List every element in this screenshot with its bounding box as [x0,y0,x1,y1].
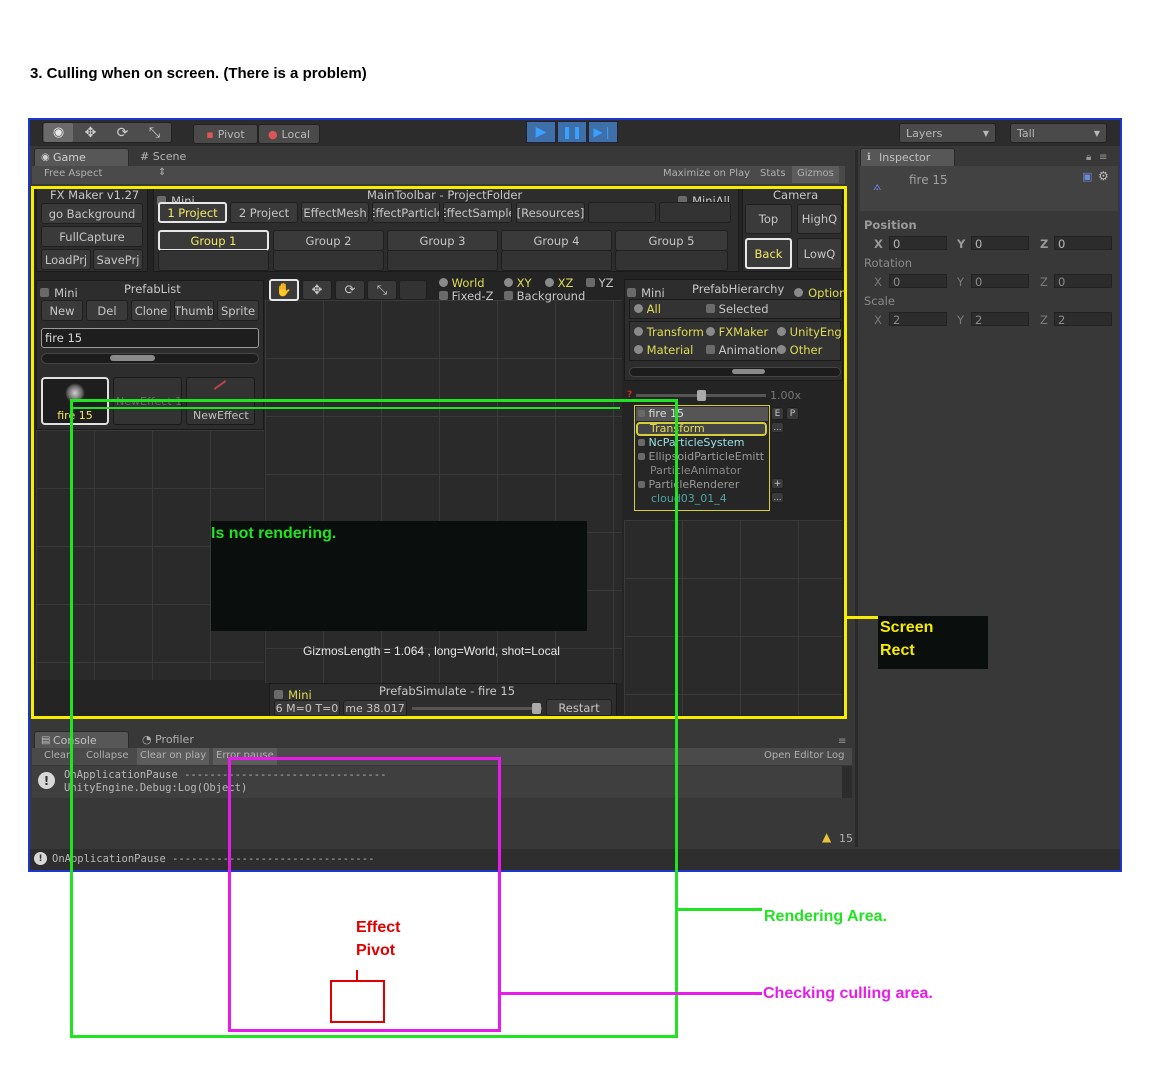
rotation-label: Rotation [864,256,913,270]
pos-x-value: 0 [893,237,901,251]
pos-x-label: X [874,237,883,251]
tab-scene-label: Scene [152,150,187,163]
pivot-label: Pivot [217,127,245,141]
clear-button[interactable]: Clear [44,750,70,761]
scl-y-label: Y [957,313,965,327]
view-tool-eye-icon[interactable]: ◉ [44,123,73,142]
layout-label: Tall [1017,126,1035,140]
scale-tool-icon[interactable]: ⤡ [140,123,169,142]
screen-rect-label-1: Screen [880,619,934,636]
local-toggle[interactable]: ● Local [258,124,320,144]
local-label: Local [281,127,311,141]
layout-dropdown[interactable]: Tall ▼ [1010,123,1107,143]
console-scrollbar[interactable] [842,766,852,798]
play-button[interactable]: ▶ [526,121,556,143]
rendering-area-connector [678,908,762,911]
warning-count: 15 [839,832,853,845]
rendering-area-label: Rendering Area. [764,908,887,925]
effect-pivot-label-1: Effect [356,919,401,936]
aspect-dropdown[interactable]: Free Aspect [44,168,102,179]
panel-splitter[interactable] [855,150,858,847]
game-icon: ◉ [41,152,50,163]
gear-icon[interactable]: ⚙ [1098,169,1109,183]
panel-menu-icon[interactable]: ≡ [1099,152,1107,163]
tab-scene[interactable]: # Scene [140,150,186,163]
pos-z-value: 0 [1058,237,1066,251]
effect-pivot-box [330,980,385,1023]
tab-game[interactable]: ◉ Game [34,148,129,166]
tab-game-label: Game [53,151,86,164]
position-label: Position [864,218,917,232]
grid-icon: # [140,150,150,163]
pivot-icon: ▪ [206,127,214,141]
inspector-header [860,166,1118,211]
local-icon: ● [267,127,278,141]
lock-icon[interactable]: 🔒︎ [1086,152,1091,163]
stats-toggle[interactable]: Stats [760,168,786,179]
chevron-down-icon: ▼ [982,128,989,138]
page-heading: 3. Culling when on screen. (There is a p… [30,65,367,82]
info-message-icon: ! [38,772,55,789]
step-button[interactable]: ▶❘ [588,121,618,143]
rendering-area-guide-line [70,407,620,409]
culling-area-label: Checking culling area. [763,985,933,1002]
pos-y-value: 0 [975,237,983,251]
tab-inspector[interactable]: ℹ Inspector [860,148,955,166]
aspect-chevron-icon: ⇕ [158,167,167,178]
chevron-down-icon: ▼ [1093,128,1100,138]
warning-icon: ▲ [822,830,832,844]
rot-z-value: 0 [1058,275,1066,289]
rotate-tool-icon[interactable]: ⟳ [108,123,137,142]
console-icon: ▤ [41,735,51,746]
move-tool-icon[interactable]: ✥ [76,123,105,142]
pause-button[interactable]: ❚❚ [557,121,587,143]
rot-y-label: Y [957,275,965,289]
gizmos-toggle[interactable]: Gizmos [792,166,839,183]
panel-menu-icon[interactable]: ≡ [838,736,846,747]
layers-dropdown[interactable]: Layers ▼ [899,123,996,143]
maximize-on-play-toggle[interactable]: Maximize on Play [663,168,750,179]
scale-label: Scale [864,294,895,308]
pivot-toggle[interactable]: ▪ Pivot [193,124,258,144]
rot-x-label: X [874,275,882,289]
scl-y-value: 2 [975,313,983,327]
gameobject-axis-icon: ⟑ [873,178,882,194]
rot-y-value: 0 [975,275,983,289]
info-icon: ℹ [867,152,871,163]
effect-pivot-label-2: Pivot [356,942,396,959]
scl-x-label: X [874,313,882,327]
inspector-object-name: fire 15 [909,173,948,187]
tab-inspector-label: Inspector [879,151,931,164]
scl-z-value: 2 [1058,313,1066,327]
rot-x-value: 0 [893,275,901,289]
open-editor-log-button[interactable]: Open Editor Log [764,750,845,761]
culling-area-connector [498,992,762,995]
scl-x-value: 2 [893,313,901,327]
screen-rect-connector [847,616,880,619]
rot-z-label: Z [1040,275,1048,289]
screen-rect-label-2: Rect [880,642,915,659]
layers-label: Layers [906,126,943,140]
pos-z-label: Z [1040,237,1049,251]
scl-z-label: Z [1040,313,1048,327]
pos-y-label: Y [957,237,966,251]
status-info-icon: ! [34,852,47,865]
help-icon[interactable]: ▣ [1082,170,1092,183]
